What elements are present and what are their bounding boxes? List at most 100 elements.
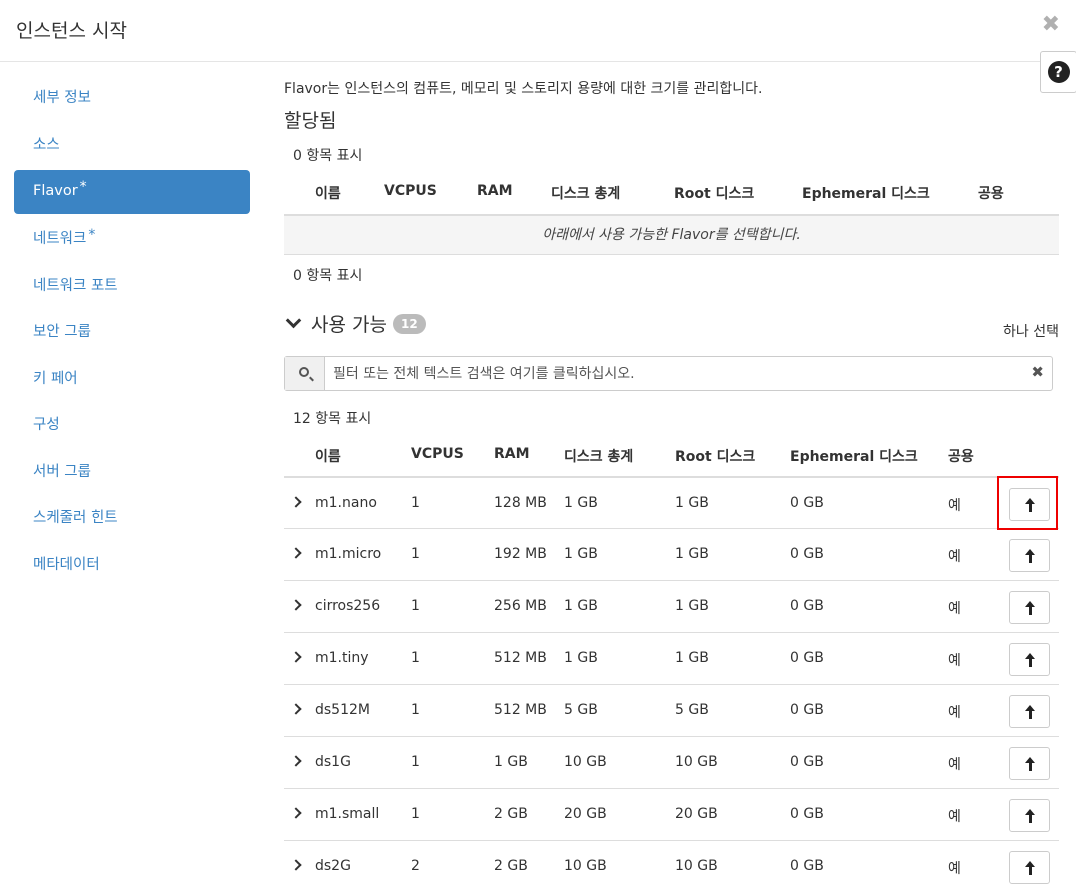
chevron-right-icon[interactable] [290,859,302,871]
cell-name: m1.micro [315,546,382,562]
cell-vcpus: 1 [411,495,420,511]
chevron-right-icon[interactable] [290,807,302,819]
cell-public: 예 [948,549,961,565]
allocated-col-header: 디스크 총계 [551,186,621,202]
sidebar-item-10[interactable]: 메타데이터 [14,542,250,589]
cell-public: 예 [948,498,961,514]
sidebar-item-9[interactable]: 스케줄러 힌트 [14,495,250,542]
help-button[interactable]: ? [1040,51,1076,93]
allocate-button[interactable] [1009,799,1050,832]
sidebar-item-5[interactable]: 보안 그룹 [14,309,250,356]
cell-public: 예 [948,705,961,721]
arrow-up-icon [1025,809,1035,823]
allocated-empty-message: 아래에서 사용 가능한 Flavor를 선택합니다. [284,214,1059,255]
arrow-up-icon [1025,549,1035,563]
allocate-button[interactable] [1009,643,1050,676]
cell-disk-total: 5 GB [564,702,598,718]
clear-search-icon[interactable]: ✖ [1031,363,1044,381]
wizard-sidebar: 세부 정보 소스 Flavor * 네트워크 * 네트워크 포트 보안 그룹 키 페어 구성 서버 … [14,75,250,588]
cell-vcpus: 1 [411,754,420,770]
sidebar-item-label: 네트워크 [33,231,87,247]
chevron-right-icon[interactable] [290,651,302,663]
available-col-header: Root 디스크 [675,449,756,465]
sidebar-item-4[interactable]: 네트워크 포트 [14,263,250,310]
table-row: m1.nano 1 128 MB 1 GB 1 GB 0 GB 예 [284,476,1059,528]
cell-ephemeral: 0 GB [790,546,824,562]
sidebar-item-label: 스케줄러 힌트 [33,510,118,526]
cell-ram: 512 MB [494,702,547,718]
table-row: ds512M 1 512 MB 5 GB 5 GB 0 GB 예 [284,684,1059,736]
table-row: cirros256 1 256 MB 1 GB 1 GB 0 GB 예 [284,580,1059,632]
search-input[interactable] [333,357,1023,390]
cell-vcpus: 1 [411,650,420,666]
sidebar-item-label: 구성 [33,417,60,433]
highlight-box [997,476,1058,530]
available-section-toggle[interactable]: 사용 가능 12 [284,310,426,337]
sidebar-item-label: 보안 그룹 [33,324,91,340]
cell-public: 예 [948,757,961,773]
sidebar-item-6[interactable]: 키 페어 [14,356,250,403]
available-count-badge: 12 [392,313,426,334]
cell-public: 예 [948,601,961,617]
sidebar-item-label: 메타데이터 [33,556,100,573]
sidebar-item-label: 세부 정보 [33,90,91,106]
sidebar-item-8[interactable]: 서버 그룹 [14,449,250,496]
search-icon-cell [285,357,325,390]
allocate-button[interactable] [1009,539,1050,572]
modal-header: 인스턴스 시작 ✖ [0,0,1076,62]
chevron-right-icon[interactable] [290,496,302,508]
chevron-right-icon[interactable] [290,755,302,767]
chevron-right-icon[interactable] [290,547,302,559]
available-col-header: VCPUS [411,446,464,462]
sidebar-item-2[interactable]: Flavor * [14,170,250,214]
arrow-up-icon [1025,653,1035,667]
available-title: 사용 가능 [311,314,387,336]
cell-root-disk: 1 GB [675,546,709,562]
cell-ram: 1 GB [494,754,528,770]
available-col-header: 이름 [315,449,341,465]
chevron-right-icon[interactable] [290,703,302,715]
cell-ephemeral: 0 GB [790,806,824,822]
arrow-up-icon [1025,601,1035,615]
allocated-count-top: 0 항목 표시 [293,148,363,164]
cell-root-disk: 5 GB [675,702,709,718]
allocate-button[interactable] [1009,851,1050,884]
cell-name: cirros256 [315,598,381,614]
chevron-right-icon[interactable] [290,599,302,611]
sidebar-item-1[interactable]: 소스 [14,122,250,169]
required-star: * [88,227,96,243]
cell-public: 예 [948,653,961,669]
close-icon[interactable]: ✖ [1042,12,1060,37]
modal-title: 인스턴스 시작 [16,20,127,42]
cell-public: 예 [948,809,961,825]
allocate-button[interactable] [1009,747,1050,780]
cell-vcpus: 1 [411,702,420,718]
available-col-header: 공용 [948,449,974,465]
sidebar-item-label: 네트워크 포트 [33,277,118,294]
cell-vcpus: 1 [411,546,420,562]
sidebar-item-label: 키 페어 [33,370,78,387]
cell-name: m1.nano [315,495,377,511]
cell-ram: 2 GB [494,806,528,822]
cell-ram: 256 MB [494,598,547,614]
cell-name: ds512M [315,702,370,718]
cell-disk-total: 1 GB [564,495,598,511]
allocate-button[interactable] [1009,695,1050,728]
search-icon [299,367,309,377]
search-bar[interactable]: ✖ [284,356,1053,391]
table-row: m1.micro 1 192 MB 1 GB 1 GB 0 GB 예 [284,528,1059,580]
cell-root-disk: 1 GB [675,495,709,511]
cell-ram: 2 GB [494,858,528,874]
available-col-header: 디스크 총계 [564,449,634,465]
cell-name: m1.tiny [315,650,369,666]
sidebar-item-0[interactable]: 세부 정보 [14,75,250,122]
cell-ram: 512 MB [494,650,547,666]
allocate-button[interactable] [1009,591,1050,624]
sidebar-item-7[interactable]: 구성 [14,402,250,449]
sidebar-item-3[interactable]: 네트워크 * [14,216,250,263]
table-row: m1.tiny 1 512 MB 1 GB 1 GB 0 GB 예 [284,632,1059,684]
arrow-up-icon [1025,861,1035,875]
allocated-col-header: 공용 [978,186,1004,202]
cell-ram: 192 MB [494,546,547,562]
allocated-col-header: Root 디스크 [674,186,755,202]
